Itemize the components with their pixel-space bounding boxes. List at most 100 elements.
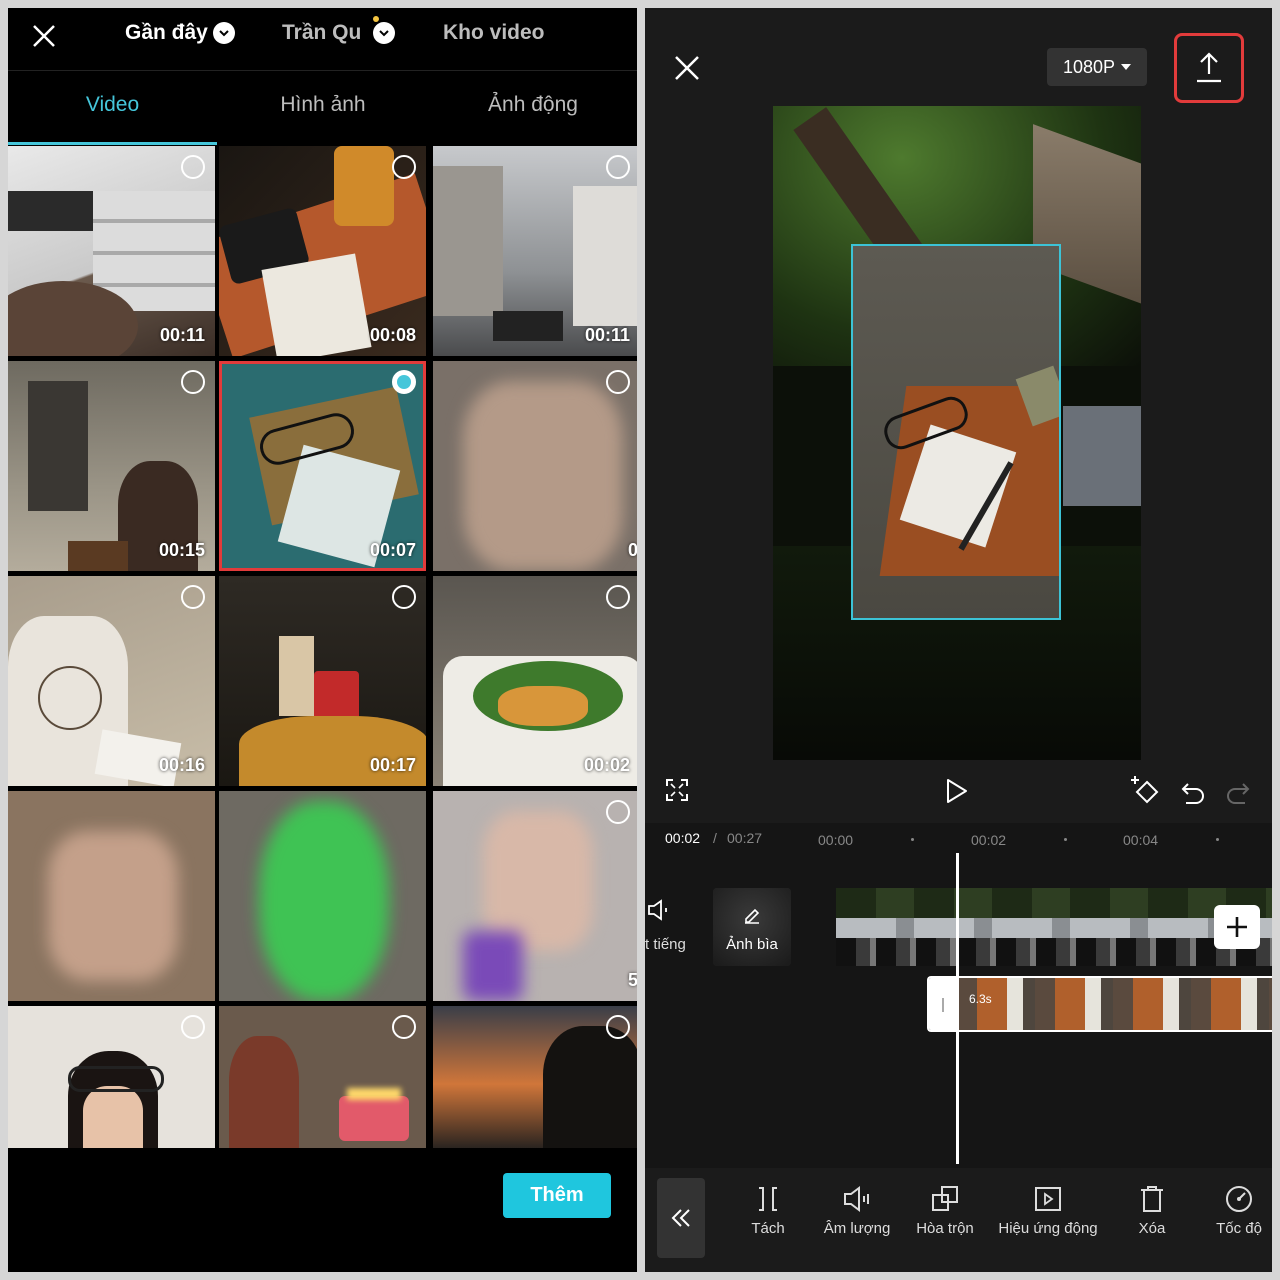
select-circle[interactable]: [606, 585, 630, 609]
source-video-library-label: Kho video: [443, 21, 545, 44]
add-clip-button[interactable]: [1214, 905, 1260, 949]
selected-clip-frame[interactable]: [851, 244, 1061, 620]
animation-icon: [1035, 1187, 1061, 1211]
source-album[interactable]: Trần Qu: [282, 18, 396, 48]
video-duration: 00:17: [369, 755, 416, 775]
media-thumbnail[interactable]: [8, 791, 215, 1001]
select-circle[interactable]: [392, 585, 416, 609]
notification-dot: [373, 16, 379, 22]
video-duration-partial: 5: [627, 970, 637, 990]
select-circle[interactable]: [606, 155, 630, 179]
back-button[interactable]: [657, 1178, 705, 1258]
play-icon[interactable]: [945, 778, 969, 804]
media-grid: 00:11 00:08 00:11 00:15 00:07 0 00:16 00…: [8, 146, 637, 1148]
tool-blend-label: Hòa trộn: [916, 1220, 974, 1237]
chevron-down-icon: [373, 22, 396, 44]
ruler-mark: 00:04: [1123, 832, 1159, 848]
chevron-down-icon: [212, 22, 235, 44]
media-thumbnail[interactable]: 5: [433, 791, 637, 1001]
video-duration: 00:16: [158, 755, 205, 775]
resolution-dropdown[interactable]: 1080P: [1047, 48, 1147, 86]
video-duration: 00:11: [584, 325, 630, 345]
undo-icon[interactable]: [1180, 778, 1206, 804]
media-thumbnail[interactable]: 00:16: [8, 576, 215, 786]
tool-volume-label: Âm lượng: [823, 1220, 891, 1237]
close-icon[interactable]: [24, 16, 64, 56]
ruler-tick: [1216, 838, 1219, 841]
video-preview: [773, 106, 1141, 760]
select-circle[interactable]: [606, 1015, 630, 1039]
tool-delete[interactable]: Xóa: [1132, 1184, 1172, 1237]
close-icon[interactable]: [667, 48, 707, 88]
media-thumbnail[interactable]: 00:11: [433, 146, 637, 356]
redo-icon[interactable]: [1225, 778, 1251, 804]
source-recent[interactable]: Gần đây: [125, 18, 235, 48]
picker-header: Gần đây Trần Qu Kho video: [8, 8, 637, 71]
cover-label: Ảnh bìa: [726, 936, 778, 953]
speaker-icon[interactable]: [647, 898, 673, 922]
source-recent-label: Gần đây: [125, 21, 208, 44]
video-editor-panel: 1080P 00:02 / 00:27 00:00 00:02 00:04 t …: [645, 8, 1272, 1272]
select-circle[interactable]: [606, 800, 630, 824]
tool-split-label: Tách: [751, 1220, 785, 1237]
ruler-mark: 00:02: [971, 832, 1007, 848]
mute-audio-label[interactable]: t tiếng: [645, 936, 686, 953]
overlay-clip-track[interactable]: 6.3s: [927, 976, 1272, 1032]
total-time: 00:27: [727, 830, 763, 846]
edit-pencil-icon: [745, 908, 760, 924]
media-thumbnail-selected[interactable]: 00:07: [219, 361, 426, 571]
media-thumbnail[interactable]: 00:11: [8, 146, 215, 356]
cover-button[interactable]: Ảnh bìa: [713, 888, 791, 966]
clip-trim-handle[interactable]: [929, 978, 957, 1030]
keyframe-add-icon[interactable]: [1130, 774, 1162, 806]
tab-gifs[interactable]: Ảnh động: [429, 93, 637, 117]
media-thumbnail[interactable]: [8, 1006, 215, 1148]
selected-check-icon[interactable]: [392, 370, 416, 394]
caret-down-icon: [1121, 64, 1132, 70]
tool-delete-label: Xóa: [1138, 1220, 1166, 1237]
tool-speed[interactable]: Tốc độ: [1211, 1184, 1267, 1237]
plus-icon: [1227, 917, 1247, 937]
playhead[interactable]: [956, 853, 959, 1164]
tool-animation[interactable]: Hiệu ứng động: [993, 1184, 1103, 1237]
select-circle[interactable]: [181, 155, 205, 179]
clip-duration: 6.3s: [969, 992, 992, 1006]
tool-animation-label: Hiệu ứng động: [998, 1220, 1098, 1237]
select-circle[interactable]: [181, 585, 205, 609]
media-thumbnail[interactable]: 00:17: [219, 576, 426, 786]
speedometer-icon: [1226, 1186, 1252, 1212]
media-thumbnail[interactable]: [433, 1006, 637, 1148]
media-thumbnail[interactable]: 0: [433, 361, 637, 571]
select-circle[interactable]: [392, 155, 416, 179]
tool-speed-label: Tốc độ: [1216, 1220, 1262, 1237]
media-picker-panel: Gần đây Trần Qu Kho video Video Hình ảnh…: [8, 8, 637, 1272]
select-circle[interactable]: [181, 1015, 205, 1039]
split-icon: [759, 1187, 777, 1211]
tab-images[interactable]: Hình ảnh: [217, 93, 429, 117]
tool-volume[interactable]: Âm lượng: [817, 1184, 897, 1237]
current-time: 00:02: [665, 830, 701, 846]
ruler-mark: 00:00: [818, 832, 854, 848]
fullscreen-icon[interactable]: [665, 778, 689, 802]
ruler-tick: [911, 838, 914, 841]
media-thumbnail[interactable]: [219, 791, 426, 1001]
export-upload-icon[interactable]: [1194, 50, 1224, 84]
select-circle[interactable]: [181, 370, 205, 394]
tool-split[interactable]: Tách: [743, 1184, 793, 1237]
media-thumbnail[interactable]: 00:02: [433, 576, 637, 786]
main-video-track[interactable]: [836, 888, 1272, 966]
select-circle[interactable]: [606, 370, 630, 394]
video-duration-partial: 0: [627, 540, 637, 560]
media-thumbnail[interactable]: [219, 1006, 426, 1148]
video-duration: 00:02: [583, 755, 630, 775]
select-circle[interactable]: [392, 1015, 416, 1039]
media-thumbnail[interactable]: 00:08: [219, 146, 426, 356]
media-thumbnail[interactable]: 00:15: [8, 361, 215, 571]
add-button[interactable]: Thêm: [503, 1173, 611, 1218]
media-type-tabs: Video Hình ảnh Ảnh động: [8, 71, 637, 145]
time-separator: /: [713, 830, 717, 846]
trash-icon: [1141, 1186, 1163, 1212]
tab-video[interactable]: Video: [8, 93, 217, 117]
source-video-library[interactable]: Kho video: [443, 18, 545, 48]
tool-blend[interactable]: Hòa trộn: [910, 1184, 980, 1237]
